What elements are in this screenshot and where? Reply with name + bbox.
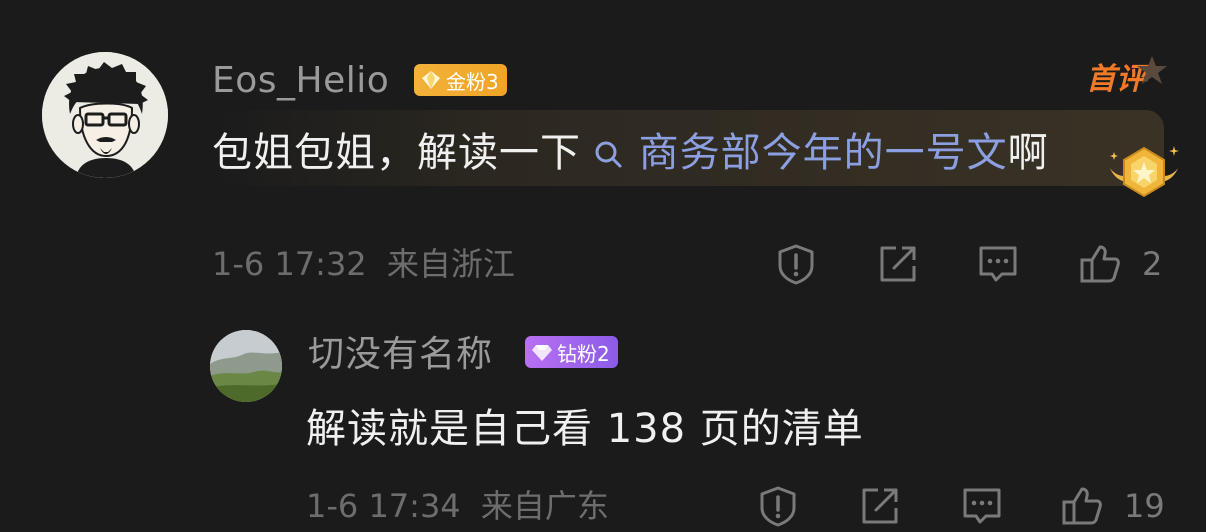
fan-level-badge[interactable]: 金粉3	[414, 64, 507, 96]
comment-text-prefix: 包姐包姐，解读一下	[212, 130, 581, 176]
username[interactable]: Eos_Helio	[212, 56, 389, 106]
thumbs-up-icon[interactable]	[1060, 484, 1104, 528]
star-icon	[1136, 54, 1168, 86]
search-link[interactable]: 商务部今年的一号文	[639, 130, 1008, 176]
reply-time: 1-6 17:34	[306, 487, 461, 525]
comment-text: 包姐包姐，解读一下 商务部今年的一号文啊	[212, 126, 1049, 182]
badge-label: 钻粉2	[557, 341, 610, 366]
reply-text: 解读就是自己看 138 页的清单	[306, 406, 864, 452]
reply-location: 来自广东	[480, 487, 609, 525]
reply-avatar[interactable]	[210, 330, 282, 402]
medal-icon	[1104, 138, 1184, 204]
share-arrow-icon[interactable]	[876, 242, 920, 286]
comment-time: 1-6 17:32	[212, 245, 367, 283]
user-avatar[interactable]	[42, 52, 168, 178]
fan-level-badge[interactable]: 钻粉2	[525, 336, 618, 368]
reply-username[interactable]: 切没有名称	[308, 330, 493, 380]
comment-meta: 1-6 17:32 来自浙江	[212, 242, 515, 286]
avatar-illustration	[42, 52, 168, 178]
share-arrow-icon[interactable]	[858, 484, 902, 528]
search-icon	[581, 135, 635, 175]
badge-label: 金粉3	[446, 69, 499, 94]
like-count: 2	[1142, 245, 1163, 283]
exclamation-shield-icon[interactable]	[774, 242, 818, 286]
thumbs-up-icon[interactable]	[1078, 242, 1122, 286]
chat-bubble-icon[interactable]	[976, 242, 1020, 286]
like-count: 19	[1124, 487, 1165, 525]
exclamation-shield-icon[interactable]	[756, 484, 800, 528]
gem-icon	[420, 69, 442, 91]
chat-bubble-icon[interactable]	[960, 484, 1004, 528]
landscape-image	[210, 330, 282, 402]
comment-location: 来自浙江	[386, 245, 515, 283]
reply-meta: 1-6 17:34 来自广东	[306, 484, 609, 528]
diamond-icon	[531, 341, 553, 363]
comment-text-suffix: 啊	[1007, 130, 1049, 176]
